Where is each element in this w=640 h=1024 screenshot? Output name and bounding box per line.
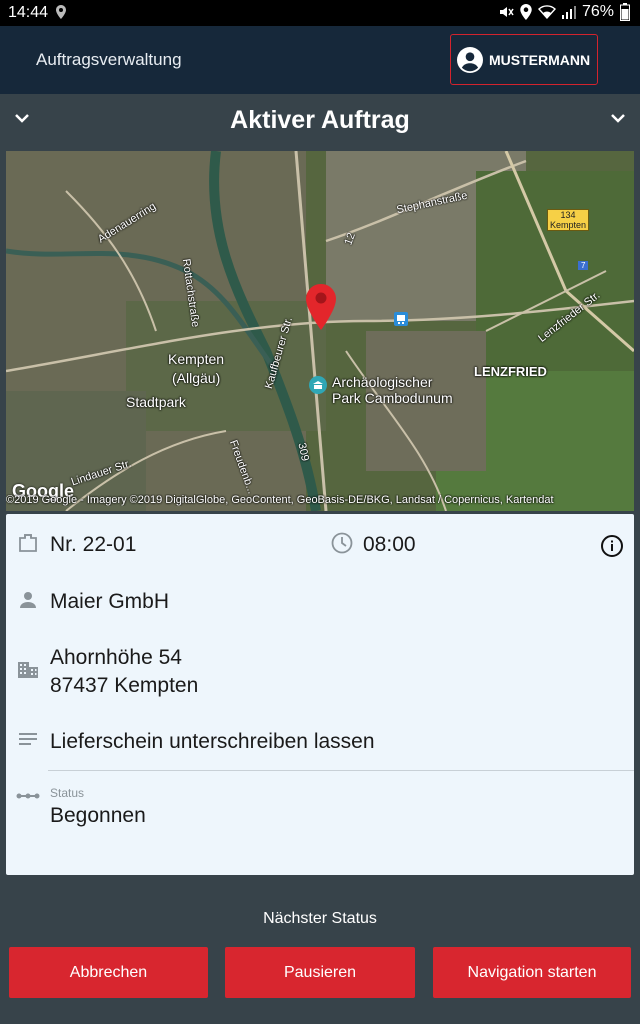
- transit-stop-icon[interactable]: [394, 312, 408, 326]
- section-title: Aktiver Auftrag: [230, 106, 410, 134]
- road-shield-134: 134 Kempten: [547, 209, 590, 231]
- pause-button[interactable]: Pausieren: [225, 947, 415, 998]
- start-navigation-button[interactable]: Navigation starten: [433, 947, 631, 998]
- briefcase-icon: [19, 534, 37, 552]
- account-circle-icon: [457, 46, 483, 73]
- user-name: MUSTERMANN: [489, 51, 591, 68]
- person-icon: [20, 592, 36, 608]
- clock-icon: [331, 532, 353, 554]
- road-shield-number: 134: [560, 210, 576, 220]
- app-title: Auftragsverwaltung: [36, 50, 182, 69]
- divider: [48, 770, 634, 771]
- info-icon[interactable]: [600, 534, 624, 558]
- battery-level: 76%: [581, 3, 614, 20]
- status-bar: 14:44 76%: [0, 0, 640, 26]
- status-value: Begonnen: [50, 804, 146, 827]
- user-account-button[interactable]: MUSTERMANN: [450, 34, 598, 85]
- next-status-label: Nächster Status: [263, 910, 377, 927]
- status-icons: 76%: [498, 3, 630, 21]
- order-details-card: Nr. 22-01 08:00 Maier GmbH Ahornhöhe 54 …: [6, 514, 634, 875]
- status-progress-icon: [16, 793, 40, 799]
- map-label-allgaeu: (Allgäu): [172, 370, 221, 386]
- status-label: Status: [50, 786, 85, 800]
- address-street: Ahornhöhe 54: [50, 646, 182, 669]
- mute-icon: [499, 7, 514, 17]
- customer-name: Maier GmbH: [50, 590, 170, 613]
- location-icon: [56, 5, 66, 19]
- museum-marker-icon[interactable]: [309, 376, 327, 394]
- road-shield-city: Kempten: [550, 220, 587, 230]
- order-time: 08:00: [363, 533, 416, 556]
- signal-icon: [561, 6, 576, 19]
- map-view[interactable]: Adenauerring Rottachstraße Stephanstraße…: [6, 151, 634, 511]
- map-label-lenzfried: LENZFRIED: [474, 364, 547, 379]
- chevron-down-icon[interactable]: [608, 108, 628, 128]
- wifi-icon: [537, 5, 556, 20]
- status-time: 14:44: [8, 4, 49, 21]
- map-label-poi-line1: Archäologischer: [332, 374, 433, 390]
- building-icon: [18, 662, 38, 678]
- order-number: Nr. 22-01: [50, 533, 137, 556]
- battery-icon: [620, 3, 630, 21]
- address-city: 87437 Kempten: [50, 674, 199, 697]
- map-copyright: ©2019 Google - Imagery ©2019 DigitalGlob…: [6, 494, 554, 506]
- action-panel: Nächster Status Abbrechen Pausieren Navi…: [0, 880, 640, 1024]
- section-header: Aktiver Auftrag: [0, 94, 640, 146]
- map-label-poi-line2: Park Cambodunum: [332, 390, 453, 406]
- location-small-icon: [520, 4, 532, 20]
- map-label-kempten: Kempten: [168, 351, 225, 367]
- app-header: Auftragsverwaltung MUSTERMANN: [0, 26, 640, 94]
- notes-icon: [19, 733, 37, 745]
- order-note: Lieferschein unterschreiben lassen: [50, 730, 375, 753]
- road-shield-7: 7: [578, 261, 589, 270]
- cancel-button[interactable]: Abbrechen: [9, 947, 208, 998]
- map-label-stadtpark: Stadtpark: [126, 394, 186, 410]
- location-pin-icon[interactable]: [306, 284, 336, 330]
